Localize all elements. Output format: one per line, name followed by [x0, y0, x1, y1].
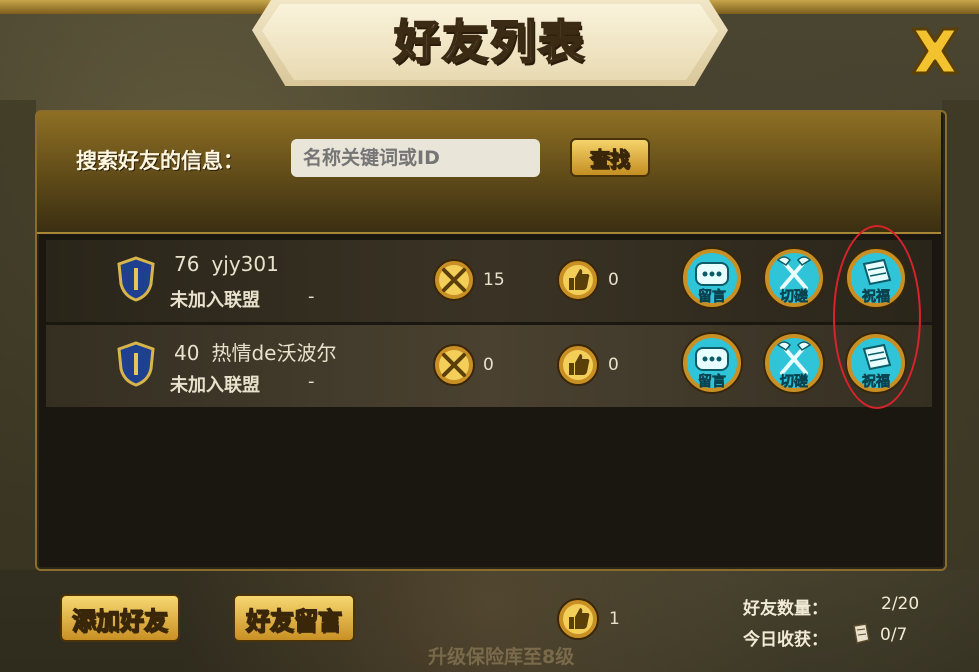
search-label: 搜索好友的信息：: [76, 149, 244, 173]
background-right-edge: [942, 100, 979, 570]
like-count: 0: [608, 355, 619, 375]
friend-alliance: 未加入联盟: [170, 290, 260, 311]
friend-row: 76 yjy301 未加入联盟 - 15 0 留言 切磋 祝福: [46, 240, 932, 322]
friend-alliance-extra: -: [308, 286, 315, 307]
total-likes: 1: [609, 609, 620, 629]
close-icon: [911, 27, 959, 75]
friend-alliance: 未加入联盟: [170, 375, 260, 396]
spar-button[interactable]: 切磋: [762, 246, 826, 310]
friend-alliance-extra: -: [308, 371, 315, 392]
crossed-swords-icon: [433, 259, 475, 301]
friend-row: 40 热情de沃波尔 未加入联盟 - 0 0 留言 切磋 祝福: [46, 325, 932, 407]
search-input[interactable]: [291, 139, 540, 177]
thumbs-up-icon[interactable]: [556, 258, 600, 302]
friend-level-name: 40 热情de沃波尔: [174, 337, 336, 366]
find-button[interactable]: 查找: [570, 138, 650, 177]
friend-name: yjy301: [211, 252, 279, 276]
shield-icon: [117, 341, 155, 387]
friend-level-name: 76 yjy301: [174, 252, 279, 276]
add-friend-button[interactable]: 添加好友: [60, 594, 180, 642]
crossed-swords-icon: [433, 344, 475, 386]
friend-level: 40: [174, 341, 200, 365]
spar-label: 切磋: [780, 374, 809, 391]
today-harvest-value: 0/7: [880, 625, 908, 645]
battle-count: 0: [483, 355, 494, 375]
message-button[interactable]: 留言: [680, 246, 744, 310]
thumbs-up-icon: [557, 598, 599, 640]
friend-level: 76: [174, 252, 200, 276]
background-left-edge: [0, 100, 36, 570]
thumbs-up-icon[interactable]: [556, 343, 600, 387]
message-label: 留言: [698, 289, 727, 306]
shield-icon: [117, 256, 155, 302]
highlight-annotation: [833, 225, 921, 409]
background-hint-text: 升级保险库至8级: [428, 646, 575, 668]
today-harvest-label: 今日收获：: [743, 630, 828, 650]
friend-count-value: 2/20: [881, 594, 920, 614]
friend-count-label: 好友数量：: [743, 599, 828, 619]
scroll-icon: [853, 623, 870, 644]
window-title: 好友列表: [393, 14, 586, 70]
spar-button[interactable]: 切磋: [762, 331, 826, 395]
message-button[interactable]: 留言: [680, 331, 744, 395]
spar-label: 切磋: [780, 289, 809, 306]
like-count: 0: [608, 270, 619, 290]
friend-message-button[interactable]: 好友留言: [233, 594, 355, 642]
close-button[interactable]: [904, 22, 966, 80]
message-label: 留言: [698, 374, 727, 391]
battle-count: 15: [483, 270, 505, 290]
friend-name: 热情de沃波尔: [211, 341, 337, 365]
